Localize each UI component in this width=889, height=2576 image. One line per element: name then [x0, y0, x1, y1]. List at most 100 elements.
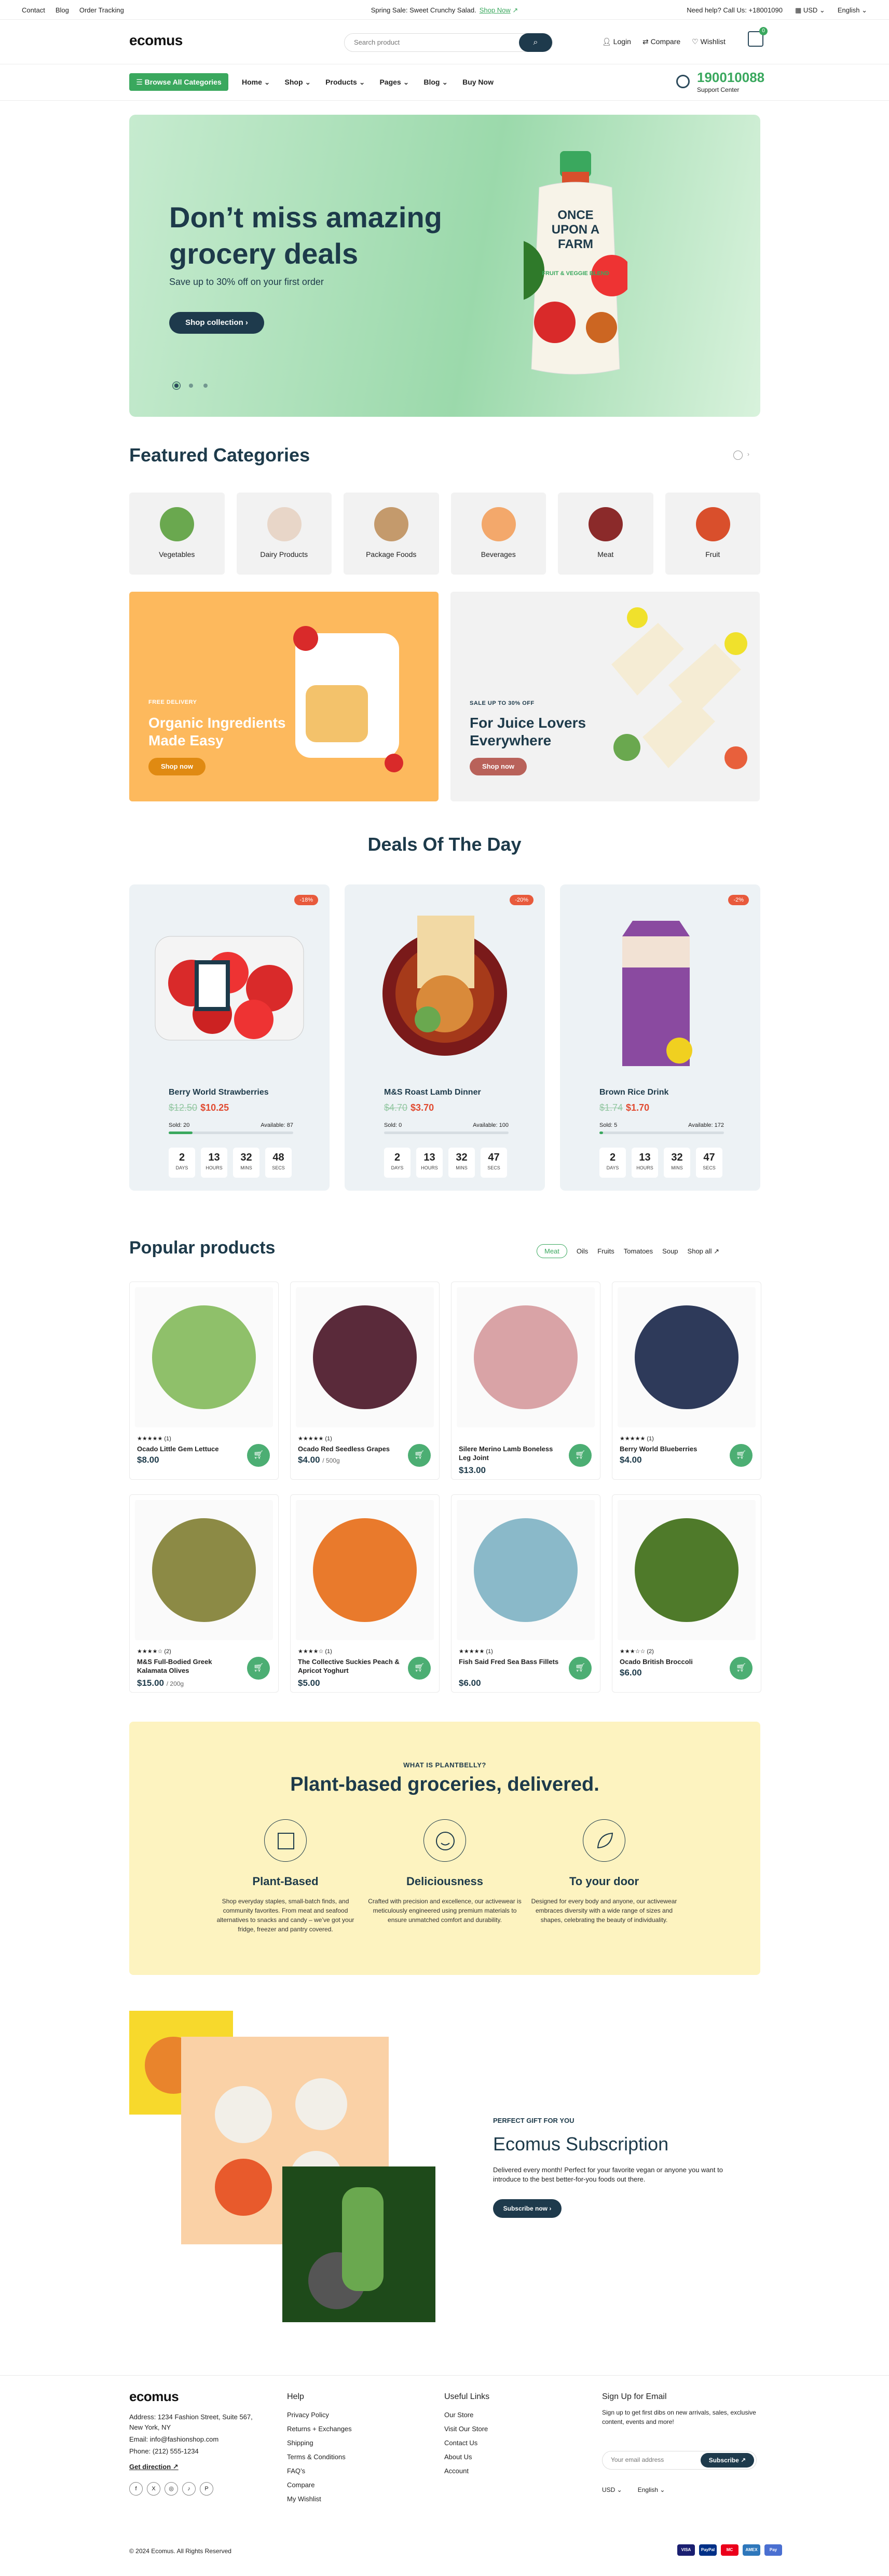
nav-blog[interactable]: Blog ⌄ — [423, 78, 448, 87]
product-name[interactable]: Ocado British Broccoli — [620, 1657, 723, 1666]
shop-all-link[interactable]: Shop all ↗ — [688, 1247, 720, 1256]
product-name[interactable]: Silere Merino Lamb Boneless Leg Joint — [459, 1444, 563, 1462]
category-card[interactable]: Vegetables — [129, 493, 225, 575]
product-name[interactable]: Berry World Blueberries — [620, 1444, 723, 1453]
add-to-cart-button[interactable]: 🛒︎ — [730, 1657, 753, 1680]
nav-products[interactable]: Products ⌄ — [325, 78, 365, 87]
cart-button[interactable]: 0 — [748, 27, 768, 47]
product-card[interactable]: ★★★☆☆ (2) Ocado British Broccoli $6.00 🛒︎ — [612, 1494, 761, 1693]
subscribe-now-button[interactable]: Subscribe now › — [493, 2199, 562, 2218]
footer-logo[interactable]: ecomus — [129, 2390, 264, 2404]
featured-categories-title: Featured Categories — [129, 444, 310, 466]
tab-oils[interactable]: Oils — [577, 1247, 588, 1255]
add-to-cart-button[interactable]: 🛒︎ — [247, 1444, 270, 1467]
hero-banner: Don’t miss amazing grocery deals Save up… — [129, 115, 760, 417]
nav-buy-now[interactable]: Buy Now — [462, 78, 494, 87]
footer-link[interactable]: Returns + Exchanges — [287, 2422, 352, 2436]
product-card[interactable]: ★★★★★ (1) Berry World Blueberries $4.00 🛒︎ — [612, 1282, 761, 1480]
topbar-shop-now-link[interactable]: Shop Now — [480, 6, 511, 14]
meal-box-image — [293, 626, 403, 772]
carousel-dot[interactable] — [203, 384, 208, 388]
category-list: Vegetables Dairy Products Package Foods … — [129, 493, 760, 575]
footer-subscribe-button[interactable]: Subscribe ↗ — [701, 2453, 754, 2468]
compare-link[interactable]: ⇄ Compare — [642, 37, 680, 46]
category-card[interactable]: Fruit — [665, 493, 760, 575]
product-card[interactable]: ★★★★★ (1) Ocado Red Seedless Grapes $4.00 … — [290, 1282, 440, 1480]
category-card[interactable]: Package Foods — [344, 493, 439, 575]
footer-link[interactable]: Account — [444, 2464, 489, 2478]
logo[interactable]: ecomus — [129, 32, 183, 49]
footer-link[interactable]: Privacy Policy — [287, 2408, 352, 2422]
search-input[interactable] — [354, 38, 510, 46]
facebook-icon[interactable]: f — [129, 2482, 143, 2496]
tab-fruits[interactable]: Fruits — [597, 1247, 614, 1255]
footer: ecomus Address: 1234 Fashion Street, Sui… — [0, 2375, 889, 2576]
product-name[interactable]: Ocado Red Seedless Grapes — [298, 1444, 402, 1453]
pinterest-icon[interactable]: P — [200, 2482, 213, 2496]
footer-contact: ecomus Address: 1234 Fashion Street, Sui… — [129, 2390, 264, 2496]
product-card[interactable]: ★★★★☆ (2) M&S Full-Bodied Greek Kalamata … — [129, 1494, 279, 1693]
product-name[interactable]: Fish Said Fred Sea Bass Fillets — [459, 1657, 563, 1666]
slider-next-icon[interactable]: › — [747, 451, 749, 458]
product-name[interactable]: Ocado Little Gem Lettuce — [137, 1444, 241, 1453]
promo-shop-button[interactable]: Shop now — [470, 758, 527, 775]
email-input[interactable] — [611, 2456, 694, 2463]
paypal-icon: PayPal — [699, 2544, 717, 2556]
add-to-cart-button[interactable]: 🛒︎ — [247, 1657, 270, 1680]
deal-card[interactable]: -20% M&S Roast Lamb Dinner $4.70 $3.70 So… — [345, 884, 545, 1191]
carousel-dot[interactable] — [174, 384, 179, 388]
get-direction-link[interactable]: Get direction ↗ — [129, 2460, 264, 2474]
add-to-cart-button[interactable]: 🛒︎ — [408, 1444, 431, 1467]
footer-link[interactable]: FAQ’s — [287, 2464, 352, 2478]
product-name[interactable]: M&S Full-Bodied Greek Kalamata Olives — [137, 1657, 241, 1675]
tab-soup[interactable]: Soup — [662, 1247, 678, 1255]
wishlist-link[interactable]: ♡ Wishlist — [692, 37, 726, 46]
nav-shop[interactable]: Shop ⌄ — [285, 78, 311, 87]
tab-meat[interactable]: Meat — [537, 1244, 567, 1258]
instagram-icon[interactable]: ◎ — [165, 2482, 178, 2496]
amex-icon: AMEX — [743, 2544, 760, 2556]
tiktok-icon[interactable]: ♪ — [182, 2482, 196, 2496]
product-price: $4.00 / 500g — [298, 1455, 340, 1465]
footer-link[interactable]: About Us — [444, 2450, 489, 2464]
footer-link[interactable]: Terms & Conditions — [287, 2450, 352, 2464]
add-to-cart-button[interactable]: 🛒︎ — [569, 1657, 592, 1680]
footer-link[interactable]: Shipping — [287, 2436, 352, 2450]
x-icon[interactable]: X — [147, 2482, 160, 2496]
deal-card[interactable]: -18% Berry World Strawberries $12.50 $10.… — [129, 884, 330, 1191]
product-card[interactable]: Silere Merino Lamb Boneless Leg Joint $13… — [451, 1282, 600, 1480]
add-to-cart-button[interactable]: 🛒︎ — [569, 1444, 592, 1467]
product-card[interactable]: ★★★★★ (1) Ocado Little Gem Lettuce $8.00 🛒… — [129, 1282, 279, 1480]
chevron-down-icon: ⌄ — [359, 78, 365, 86]
currency-selector[interactable]: ▦ USD ⌄ — [795, 6, 825, 15]
language-selector[interactable]: English ⌄ — [838, 6, 867, 15]
footer-link[interactable]: Compare — [287, 2478, 352, 2492]
footer-currency-selector[interactable]: USD ⌄ — [602, 2483, 622, 2497]
category-card[interactable]: Dairy Products — [236, 493, 332, 575]
slider-prev-icon[interactable] — [733, 451, 743, 460]
footer-link[interactable]: Contact Us — [444, 2436, 489, 2450]
shop-collection-button[interactable]: Shop collection › — [169, 312, 264, 334]
deal-card[interactable]: -2% Brown Rice Drink $1.74 $1.70 Sold: 5 A… — [560, 884, 760, 1191]
product-name[interactable]: The Collective Suckies Peach & Apricot Y… — [298, 1657, 402, 1675]
footer-language-selector[interactable]: English ⌄ — [638, 2483, 665, 2497]
product-image — [382, 916, 507, 1056]
nav-home[interactable]: Home ⌄ — [242, 78, 270, 87]
add-to-cart-button[interactable]: 🛒︎ — [730, 1444, 753, 1467]
footer-link[interactable]: Our Store — [444, 2408, 489, 2422]
category-card[interactable]: Meat — [558, 493, 653, 575]
promo-shop-button[interactable]: Shop now — [148, 758, 206, 775]
add-to-cart-button[interactable]: 🛒︎ — [408, 1657, 431, 1680]
product-card[interactable]: ★★★★★ (1) Fish Said Fred Sea Bass Fillets… — [451, 1494, 600, 1693]
tab-tomatoes[interactable]: Tomatoes — [624, 1247, 653, 1255]
product-card[interactable]: ★★★★☆ (1) The Collective Suckies Peach & … — [290, 1494, 440, 1693]
browse-categories-button[interactable]: ☰ Browse All Categories — [129, 73, 228, 91]
footer-link[interactable]: Visit Our Store — [444, 2422, 489, 2436]
footer-link[interactable]: My Wishlist — [287, 2492, 352, 2506]
login-link[interactable]: 👤︎ Login — [602, 37, 631, 46]
nav-pages[interactable]: Pages ⌄ — [379, 78, 409, 87]
carousel-dot[interactable] — [189, 384, 193, 388]
category-card[interactable]: Beverages — [450, 493, 546, 575]
search-button[interactable]: ⌕ — [519, 33, 552, 52]
product-image — [618, 1500, 756, 1640]
